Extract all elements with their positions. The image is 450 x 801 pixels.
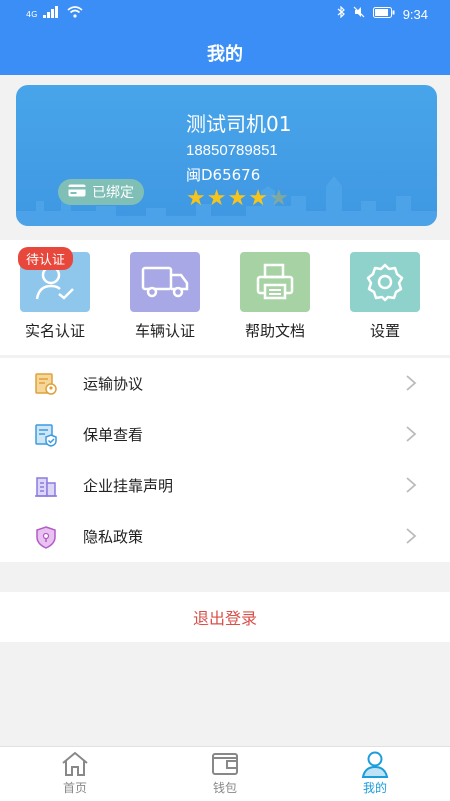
tab-home-label: 首页 xyxy=(62,781,87,795)
bound-status-badge: 已绑定 xyxy=(58,179,144,205)
building-icon xyxy=(33,473,59,499)
vehicle-auth-label: 车辆认证 xyxy=(134,322,195,340)
wifi-icon xyxy=(67,6,83,22)
tab-wallet[interactable]: 钱包 xyxy=(170,749,280,796)
settings-action[interactable]: 设置 xyxy=(330,252,440,341)
home-icon xyxy=(20,749,130,779)
star-filled-icon: ★ xyxy=(227,186,249,211)
star-empty-icon: ★ xyxy=(268,186,290,211)
tab-wallet-label: 钱包 xyxy=(212,781,237,795)
bottom-nav: 首页 钱包 我的 xyxy=(0,746,450,801)
menu-label: 运输协议 xyxy=(83,375,144,393)
card-icon xyxy=(68,184,86,201)
clock: 9:34 xyxy=(402,6,428,22)
chevron-right-icon xyxy=(405,374,417,396)
pending-badge: 待认证 xyxy=(18,247,74,270)
tab-mine-label: 我的 xyxy=(362,781,387,795)
real-name-auth-action[interactable]: 待认证 实名认证 xyxy=(0,247,110,341)
policy-icon xyxy=(33,422,59,448)
network-label: 4G xyxy=(26,9,38,19)
profile-card[interactable]: 测试司机01 18850789851 闽D65676 ★★★★★ 已绑定 xyxy=(16,85,437,226)
menu-item-privacy-policy[interactable]: 隐私政策 xyxy=(0,511,450,562)
help-docs-action[interactable]: 帮助文档 xyxy=(220,252,330,341)
bound-label: 已绑定 xyxy=(92,185,134,201)
driver-phone: 18850789851 xyxy=(186,142,278,159)
mute-icon xyxy=(353,6,365,22)
bluetooth-icon xyxy=(337,5,345,22)
menu-label: 隐私政策 xyxy=(83,528,144,546)
page-title: 我的 xyxy=(207,44,243,65)
printer-doc-icon xyxy=(240,252,310,312)
shield-icon xyxy=(33,524,59,550)
menu-item-policy-view[interactable]: 保单查看 xyxy=(0,409,450,460)
driver-name: 测试司机01 xyxy=(186,112,292,136)
contract-icon xyxy=(33,371,59,397)
chevron-right-icon xyxy=(405,425,417,447)
star-filled-icon: ★ xyxy=(186,186,207,211)
star-filled-icon: ★ xyxy=(248,186,269,211)
chevron-right-icon xyxy=(405,476,417,498)
help-docs-label: 帮助文档 xyxy=(244,322,305,340)
menu-item-enterprise-statement[interactable]: 企业挂靠声明 xyxy=(0,460,450,511)
logout-button[interactable]: 退出登录 xyxy=(0,592,450,642)
signal-icon xyxy=(43,6,61,22)
tab-mine[interactable]: 我的 xyxy=(320,749,430,796)
battery-icon xyxy=(372,6,395,22)
settings-label: 设置 xyxy=(369,322,400,340)
menu-label: 企业挂靠声明 xyxy=(83,477,174,495)
status-bar: 4G 9:34 xyxy=(0,0,450,30)
star-filled-icon: ★ xyxy=(206,186,228,211)
wallet-icon xyxy=(170,749,280,779)
real-name-auth-label: 实名认证 xyxy=(24,322,85,340)
quick-actions: 待认证 实名认证 车辆认证 帮助文档 设置 xyxy=(0,240,450,355)
vehicle-auth-action[interactable]: 车辆认证 xyxy=(110,252,220,341)
tab-home[interactable]: 首页 xyxy=(20,749,130,796)
top-bar: 4G 9:34 我的 xyxy=(0,0,450,75)
vehicle-plate: 闽D65676 xyxy=(186,166,261,184)
rating-stars: ★★★★★ xyxy=(186,186,290,211)
menu-item-transport-agreement[interactable]: 运输协议 xyxy=(0,358,450,409)
gear-icon xyxy=(350,252,420,312)
chevron-right-icon xyxy=(405,527,417,549)
menu-label: 保单查看 xyxy=(83,426,144,444)
menu-list: 运输协议 保单查看 企业挂靠声明 隐私政策 xyxy=(0,358,450,562)
person-icon xyxy=(320,749,430,779)
truck-icon xyxy=(130,252,200,312)
